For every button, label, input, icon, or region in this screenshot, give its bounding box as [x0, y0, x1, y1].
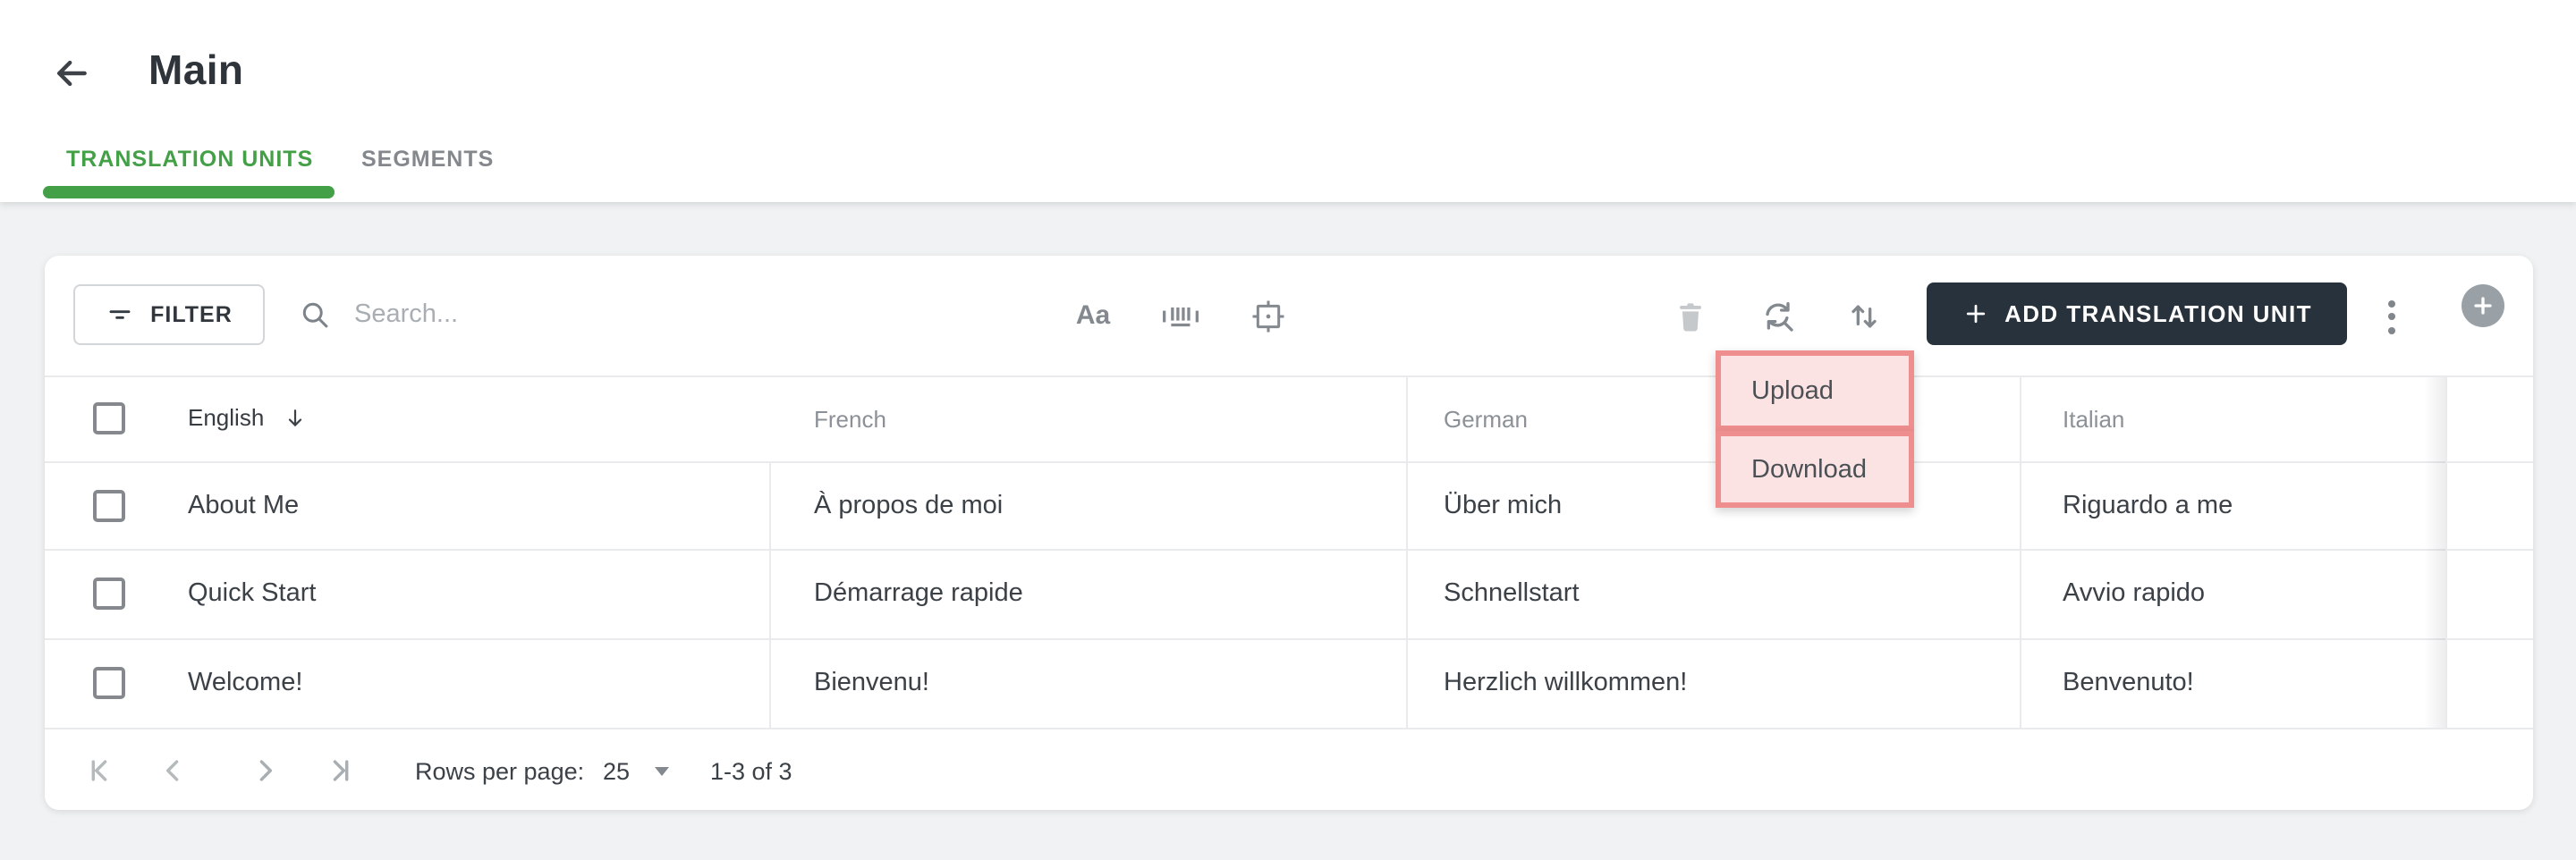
import-export-icon[interactable]: [1844, 297, 1884, 336]
rows-per-page-value: 25: [603, 758, 631, 785]
previous-page-button[interactable]: [157, 755, 190, 787]
chevron-right-icon: [259, 760, 273, 781]
import-export-menu: Upload Download: [1716, 350, 1914, 508]
first-page-button[interactable]: [86, 755, 118, 787]
cell-french[interactable]: À propos de moi: [814, 492, 1003, 520]
cell-english[interactable]: About Me: [188, 492, 299, 520]
translation-editor-page: Main TRANSLATION UNITS SEGMENTS FILTER A…: [0, 0, 2576, 860]
tab-translation-units[interactable]: TRANSLATION UNITS: [66, 147, 313, 172]
toolbar-divider: [45, 375, 2533, 377]
cell-german[interactable]: Schnellstart: [1444, 579, 1580, 608]
arrow-left-icon: [52, 54, 91, 93]
cell-french[interactable]: Bienvenu!: [814, 669, 929, 697]
column-header-french: French: [814, 406, 886, 433]
chevron-left-icon: [165, 760, 179, 781]
app-header: Main TRANSLATION UNITS SEGMENTS: [0, 0, 2576, 202]
rows-per-page-select[interactable]: 25: [603, 758, 670, 785]
next-page-button[interactable]: [249, 755, 281, 787]
column-header-italian: Italian: [2063, 406, 2125, 433]
filter-icon: [106, 300, 134, 329]
header-row-divider: [45, 461, 2533, 463]
last-page-button[interactable]: [322, 755, 354, 787]
column-divider: [2445, 377, 2447, 728]
row-divider: [45, 728, 2533, 729]
search-box: [299, 284, 871, 345]
cell-italian[interactable]: Avvio rapido: [2063, 579, 2205, 608]
column-divider: [2020, 377, 2021, 728]
cell-french[interactable]: Démarrage rapide: [814, 579, 1023, 608]
trash-icon[interactable]: [1671, 297, 1710, 336]
match-case-icon[interactable]: Aa: [1073, 295, 1113, 334]
translation-units-card: FILTER Aa ADD TRANSLATIO: [45, 256, 2533, 810]
rows-per-page-label: Rows per page:: [415, 758, 585, 785]
row-checkbox[interactable]: [93, 490, 125, 522]
plus-icon: [1962, 300, 1988, 327]
filter-button[interactable]: FILTER: [73, 284, 265, 345]
row-divider: [45, 638, 2533, 640]
row-checkbox[interactable]: [93, 667, 125, 699]
sort-desc-icon: [282, 405, 307, 430]
cell-german[interactable]: Über mich: [1444, 492, 1562, 520]
cell-english[interactable]: Quick Start: [188, 579, 316, 608]
tab-segments[interactable]: SEGMENTS: [361, 147, 494, 172]
last-page-icon: [333, 760, 349, 781]
column-header-english[interactable]: English: [188, 404, 307, 431]
column-divider: [769, 463, 771, 728]
add-circle-icon[interactable]: [2462, 284, 2504, 327]
column-divider: [1406, 377, 1408, 728]
menu-item-upload[interactable]: Upload: [1716, 350, 1914, 431]
page-title: Main: [148, 46, 244, 93]
row-divider: [45, 549, 2533, 551]
add-translation-unit-button[interactable]: ADD TRANSLATION UNIT: [1927, 282, 2347, 345]
barcode-icon[interactable]: [1161, 297, 1200, 336]
cell-english[interactable]: Welcome!: [188, 669, 302, 697]
select-all-checkbox[interactable]: [93, 402, 125, 434]
column-header-german: German: [1444, 406, 1528, 433]
find-replace-icon[interactable]: [1758, 297, 1798, 336]
search-input[interactable]: [351, 299, 841, 331]
search-icon: [299, 299, 331, 331]
cell-italian[interactable]: Riguardo a me: [2063, 492, 2233, 520]
focus-frame-icon[interactable]: [1249, 297, 1288, 336]
first-page-icon: [91, 760, 107, 781]
cell-german[interactable]: Herzlich willkommen!: [1444, 669, 1687, 697]
kebab-menu-icon[interactable]: [2379, 295, 2404, 338]
active-tab-indicator: [43, 186, 335, 198]
back-button[interactable]: [48, 50, 95, 97]
column-header-label: English: [188, 404, 265, 431]
pinned-column-shadow: [2424, 377, 2445, 728]
menu-item-download[interactable]: Download: [1716, 431, 1914, 508]
row-checkbox[interactable]: [93, 578, 125, 610]
add-button-label: ADD TRANSLATION UNIT: [2004, 300, 2312, 327]
filter-button-label: FILTER: [150, 302, 233, 327]
pagination-range: 1-3 of 3: [710, 758, 792, 785]
chevron-down-icon: [655, 767, 670, 776]
cell-italian[interactable]: Benvenuto!: [2063, 669, 2194, 697]
